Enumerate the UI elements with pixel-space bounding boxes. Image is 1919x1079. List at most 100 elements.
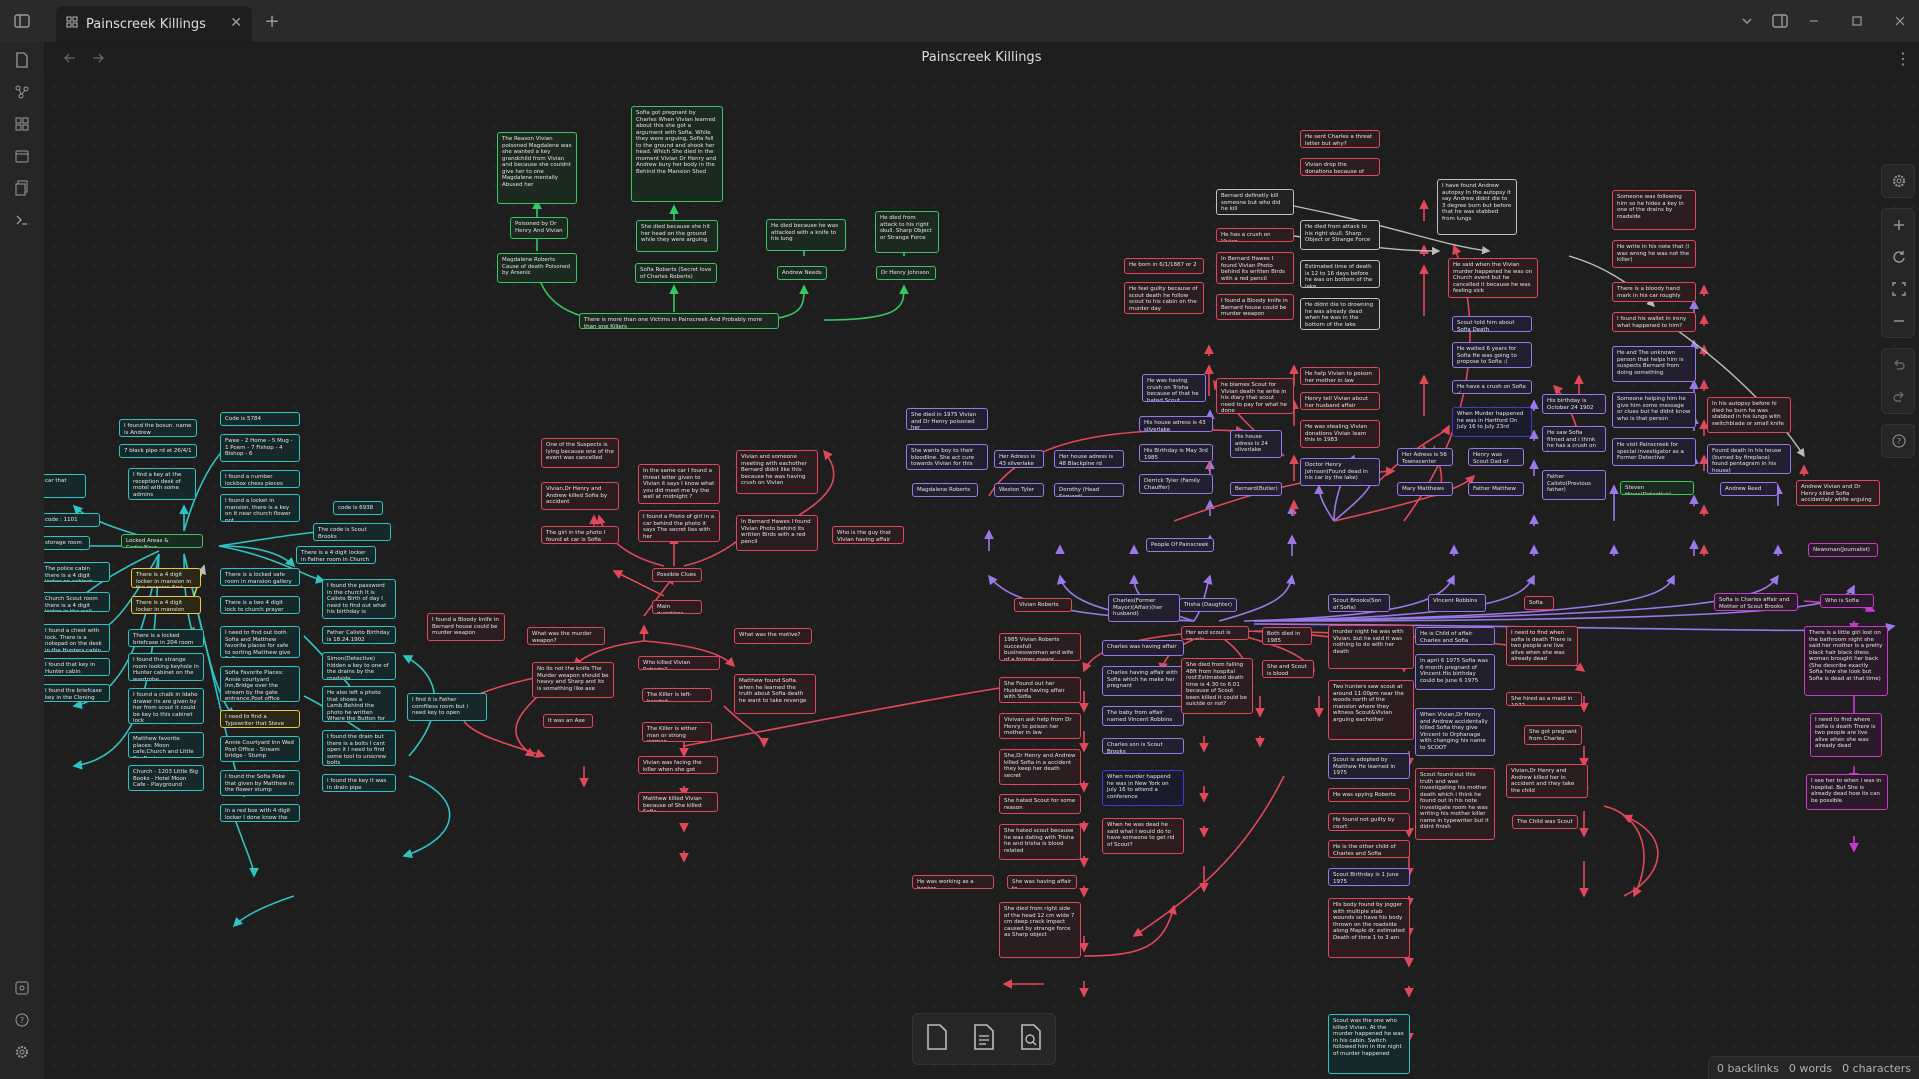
- canvas-card[interactable]: The Killer is left-handed: [642, 688, 712, 702]
- canvas-card[interactable]: There is a 4 digit locker in mansion dab…: [131, 596, 201, 614]
- canvas-card[interactable]: He also left a photo that shows a Lamb.B…: [322, 686, 396, 722]
- canvas-card[interactable]: I found a locket in mansion. there is a …: [220, 494, 300, 522]
- canvas-card[interactable]: One of the Suspects is lying because one…: [541, 438, 619, 468]
- canvas-card[interactable]: He visit Painscreek for special investig…: [1612, 438, 1696, 466]
- close-icon[interactable]: ✕: [230, 15, 242, 31]
- canvas-icon[interactable]: [10, 112, 34, 136]
- fit-icon[interactable]: [1882, 273, 1916, 305]
- canvas-card[interactable]: The Killer is either man or strong woman: [642, 722, 712, 742]
- canvas-card[interactable]: Andrew Vivian and Dr Henry killed Sofia …: [1796, 480, 1880, 506]
- canvas-card[interactable]: He sent Charles a threat letter but why?: [1300, 130, 1380, 148]
- canvas-card[interactable]: When murder happend he was in New York o…: [1102, 770, 1184, 806]
- canvas-card[interactable]: Her Adress is 43 silverlake: [994, 450, 1044, 468]
- canvas-card[interactable]: I found the key it was in drain pipe: [322, 774, 396, 792]
- canvas-card[interactable]: Someone helping him he give him some mes…: [1612, 392, 1696, 428]
- canvas-card[interactable]: I found the Sofia Poke that given by Mat…: [220, 770, 300, 796]
- canvas-card[interactable]: I need to find when sofia is death There…: [1506, 626, 1578, 666]
- page-title[interactable]: Painscreek Killings: [44, 50, 1919, 65]
- canvas-card[interactable]: His birthday is October 24 1902: [1542, 394, 1606, 414]
- canvas-card[interactable]: I found the bosun. name is Andrew: [119, 419, 197, 437]
- canvas-card[interactable]: Dorothy (Head Servant): [1054, 483, 1124, 497]
- canvas-card[interactable]: He saw Sofia filmed and i think he has a…: [1542, 426, 1606, 452]
- canvas-card[interactable]: I find a key at the reception desk of mo…: [128, 468, 196, 500]
- tab-painscreek-killings[interactable]: Painscreek Killings ✕: [56, 6, 252, 42]
- canvas-card[interactable]: Her and scout is couple: [1181, 626, 1249, 640]
- canvas-card[interactable]: Fwee - 2 Home - 5 Mug - 1 Poem - 7 Fisho…: [220, 434, 300, 462]
- canvas-card[interactable]: She died from falling 48ft from hospital…: [1181, 658, 1253, 714]
- canvas-card[interactable]: Vivian,Dr Henry and Andrew killed Sofia …: [541, 482, 619, 510]
- canvas-card[interactable]: He write in his note that (I was wrong h…: [1612, 240, 1696, 268]
- canvas-card[interactable]: Sofia is Charles affair and Mother of Sc…: [1714, 593, 1798, 611]
- canvas-card[interactable]: Trisha (Daughter): [1179, 598, 1237, 612]
- backlinks-count[interactable]: 0 backlinks: [1717, 1062, 1779, 1075]
- canvas-card[interactable]: In the same car I found a threat letter …: [638, 464, 720, 504]
- canvas-card[interactable]: Her Adress is 56 Townscenter: [1397, 448, 1453, 466]
- canvas-card[interactable]: Bernard(Butler): [1230, 482, 1282, 496]
- canvas-card[interactable]: When Vivian,Dr Henry and Andrew accident…: [1415, 708, 1495, 756]
- window-close-icon[interactable]: [1888, 9, 1912, 33]
- canvas-card[interactable]: I found his wallet in irony what happene…: [1612, 312, 1696, 332]
- canvas-card[interactable]: I found the strange room looking keyhole…: [128, 653, 204, 681]
- canvas-card[interactable]: Vivian and someone meeting with eachothe…: [736, 450, 818, 494]
- canvas-card[interactable]: 1985 Vivian Roberts succesfull businessw…: [999, 633, 1081, 661]
- canvas-card[interactable]: Sofia Roberts (Secret love of Charles Ro…: [635, 263, 717, 283]
- canvas-card[interactable]: He died from attack to his right skull. …: [875, 211, 939, 253]
- canvas-card[interactable]: There is a little girl lost on the bathr…: [1804, 626, 1888, 696]
- canvas-card[interactable]: Matthew killed Vivian because of She kil…: [638, 792, 718, 812]
- canvas-card[interactable]: He was stealing Vivian donations Vivian …: [1300, 420, 1380, 448]
- canvas-card[interactable]: Doctor Henry Johnson(Found dead in his c…: [1300, 458, 1380, 486]
- canvas-card[interactable]: The baby from affair named Vincent Robbi…: [1102, 706, 1184, 726]
- canvas-card[interactable]: There is a locked safe room in mansion g…: [220, 568, 300, 586]
- canvas-card[interactable]: I need to find a Typewriter that Steve T…: [220, 710, 300, 728]
- canvas-card[interactable]: Someone was following him so he hides a …: [1612, 190, 1696, 230]
- canvas-card[interactable]: Dr Henry Johnson: [876, 266, 936, 280]
- calendar-icon[interactable]: [10, 144, 34, 168]
- canvas-card[interactable]: I find it is Father comfiless room but i…: [407, 693, 487, 721]
- canvas-card[interactable]: Who is the guy that Vivian having affair…: [832, 526, 904, 544]
- canvas-card[interactable]: There is a two 4 digit lock to church pr…: [220, 596, 300, 614]
- canvas-card[interactable]: I have found Andrew autopsy In the autop…: [1437, 179, 1517, 235]
- canvas-card[interactable]: He was working as a banker: [912, 875, 994, 889]
- reset-zoom-icon[interactable]: [1882, 241, 1916, 273]
- canvas-card[interactable]: In Bernard Hawes I found Vivian Photo be…: [1216, 252, 1294, 284]
- canvas-card[interactable]: I found a Bloody knife in Bernard house …: [1216, 294, 1294, 320]
- canvas-card[interactable]: Charles(Former Mayor)(Affair)(her husban…: [1108, 594, 1180, 622]
- canvas-card[interactable]: He didnt die to drowning he was already …: [1300, 298, 1380, 330]
- canvas-card[interactable]: He is Child of affair Charles and Sofia: [1415, 627, 1495, 645]
- canvas-card[interactable]: Vivian was facing the killer when she go…: [638, 756, 718, 774]
- canvas-card[interactable]: Sofia Favorite Places: Annie courtyard I…: [220, 666, 300, 702]
- canvas-card[interactable]: Scout Brooks(Son of Sofia): [1328, 594, 1390, 612]
- canvas-card[interactable]: Church Scout room there is a 4 digit loc…: [44, 592, 110, 612]
- canvas-card[interactable]: He is the other child of Charles and Sof…: [1328, 840, 1410, 858]
- canvas-card[interactable]: Scout Birthday is 1 june 1975: [1328, 868, 1410, 886]
- terminal-icon[interactable]: [10, 208, 34, 232]
- canvas-card[interactable]: She hated Scout for some reason: [999, 794, 1081, 814]
- chevron-down-icon[interactable]: [1735, 9, 1759, 33]
- canvas-card[interactable]: I need to find where sofia is death Ther…: [1810, 713, 1882, 757]
- canvas-card[interactable]: Father Calisto Birthday is 18.24.1902: [322, 626, 396, 644]
- canvas-card[interactable]: car that: [44, 474, 86, 498]
- canvas-card[interactable]: Mary Matthews: [1397, 482, 1453, 496]
- canvas-card[interactable]: Found death in his house (burned by fire…: [1707, 444, 1791, 474]
- canvas-card[interactable]: Charles having affair with Sofia which h…: [1102, 666, 1184, 696]
- maximize-icon[interactable]: [1845, 9, 1869, 33]
- settings-icon[interactable]: [10, 1040, 34, 1064]
- canvas-card[interactable]: There is a bloody hand mark in his car r…: [1612, 282, 1696, 302]
- canvas-card[interactable]: The Child was Scout: [1512, 815, 1578, 829]
- canvas-card[interactable]: She wants boy to their bloodline. She ac…: [906, 444, 988, 470]
- canvas-card[interactable]: He waited 6 years for Sofia He was going…: [1452, 342, 1532, 368]
- canvas-card[interactable]: She hired as a maid in 1972: [1506, 692, 1582, 706]
- canvas-card[interactable]: He help Vivian to poison her mother in l…: [1300, 367, 1380, 385]
- canvas-card[interactable]: Father Calisto(Previous father): [1542, 470, 1606, 500]
- canvas-card[interactable]: She and Scout is blood related: [1262, 660, 1314, 678]
- canvas-card[interactable]: I found a chalk in Idaho drawer its are …: [128, 688, 204, 724]
- canvas-card[interactable]: 7 black pipe rd at 26/4/1: [119, 444, 197, 458]
- canvas-card[interactable]: Both died in 1985: [1262, 627, 1312, 645]
- canvas-card[interactable]: Sofia got pregnant by Charles When Vivia…: [631, 106, 723, 202]
- minimize-icon[interactable]: [1802, 9, 1826, 33]
- canvas-card[interactable]: When Murder happened he was in Hartford …: [1452, 407, 1532, 437]
- canvas-card[interactable]: She died because she hit her head on the…: [636, 220, 718, 252]
- canvas-card[interactable]: I found the password in the church it is…: [322, 579, 396, 619]
- canvas-card[interactable]: Matthew favorite places: Moon cafe,Churc…: [128, 732, 204, 758]
- canvas-card[interactable]: Code is 5784: [220, 412, 300, 426]
